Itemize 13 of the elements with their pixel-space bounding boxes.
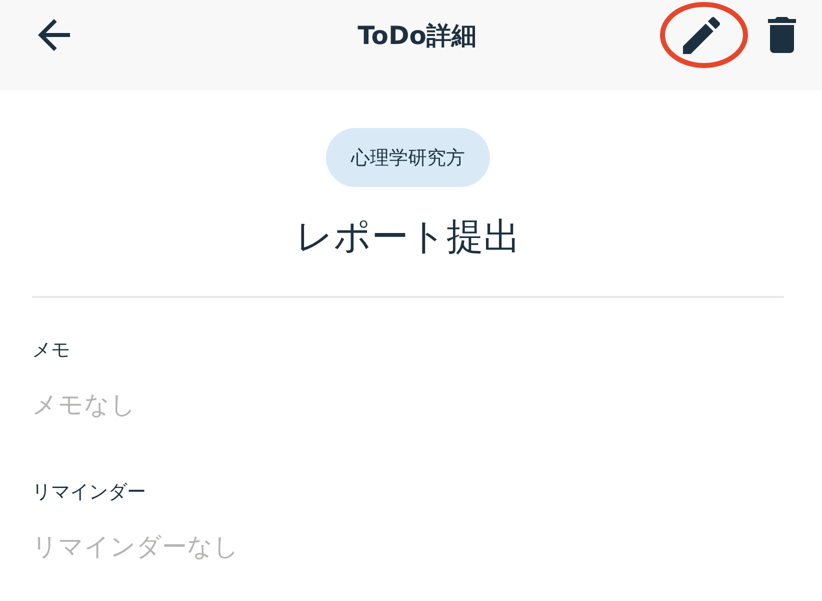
field-value: リマインダーなし <box>32 531 239 563</box>
category-tag: 心理学研究方 <box>326 128 490 187</box>
back-arrow-icon <box>38 19 70 51</box>
field-label: リマインダー <box>32 480 146 505</box>
pencil-icon <box>683 16 720 54</box>
back-button[interactable] <box>38 19 70 51</box>
trash-icon <box>768 17 796 53</box>
delete-button[interactable] <box>768 17 796 53</box>
edit-button[interactable] <box>683 16 720 54</box>
field-value: メモなし <box>32 389 136 421</box>
field-label: メモ <box>32 338 70 363</box>
screen-title: ToDo詳細 <box>358 20 476 52</box>
todo-title: レポート提出 <box>296 214 520 260</box>
